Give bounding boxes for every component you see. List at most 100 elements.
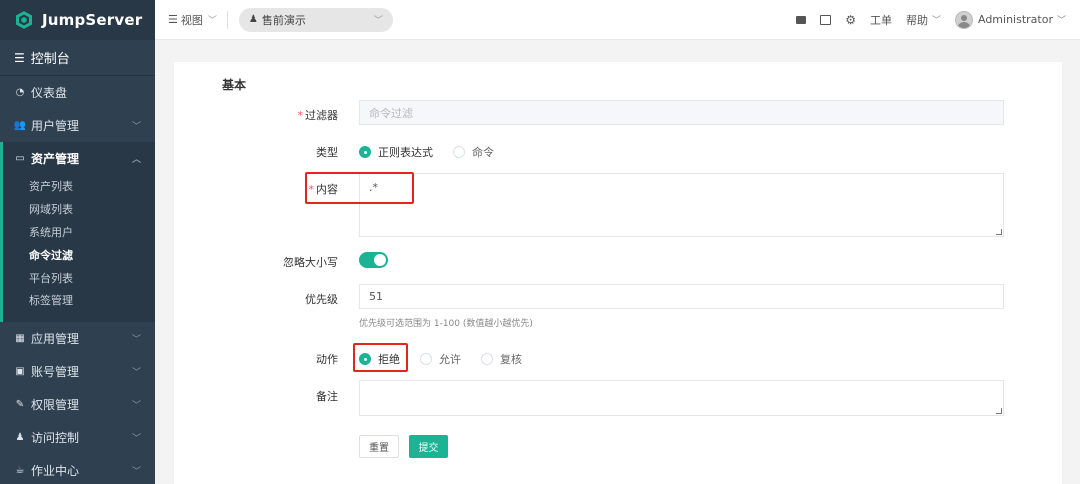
sidebar-item-domain-list[interactable]: 网域列表 [3, 198, 155, 221]
action-label: 动作 [316, 353, 338, 366]
user-dropdown[interactable]: Administrator ﹀ [954, 10, 1066, 29]
chevron-down-icon: ﹀ [931, 16, 941, 26]
nav-account-management-label: 账号管理 [31, 364, 80, 379]
help-dropdown[interactable]: 帮助 ﹀ [906, 12, 941, 28]
nav-dashboard[interactable]: ◔ 仪表盘 [0, 76, 155, 109]
divider [226, 10, 228, 29]
sitemap-icon: ♟ [248, 14, 258, 25]
radio-unchecked-icon [420, 353, 432, 365]
chevron-down-icon: ﹀ [131, 122, 141, 132]
resize-handle[interactable] [996, 229, 1002, 235]
nav-job-center[interactable]: ☕ 作业中心 ﹀ [0, 454, 155, 484]
type-radio-regex[interactable]: 正则表达式 [359, 144, 433, 160]
sitemap-icon: ♟ [15, 431, 25, 443]
view-dropdown[interactable]: ☰ 视图 ﹀ [168, 12, 217, 28]
nav-asset-management-label: 资产管理 [31, 152, 80, 166]
nav-app-management[interactable]: ▦ 应用管理 ﹀ [0, 322, 155, 355]
top-right-toolbar: ⚙ 工单 帮助 ﹀ Administrator ﹀ [782, 10, 1066, 29]
grid-icon: ▦ [15, 332, 25, 344]
top-bar: ☰ 视图 ﹀ ♟ 售前演示 ﹀ ⚙ 工单 帮助 ﹀ Administrator … [155, 0, 1080, 40]
comment-label: 备注 [316, 390, 338, 403]
console-switch[interactable]: ☰ 控制台 [0, 40, 155, 76]
command-filter-form: 基本 * 过滤器 命令过滤 类型 正则表达式 命令 * 内容 .* 忽略大小写 优先… [174, 62, 1062, 484]
chevron-up-icon: ︿ [131, 155, 141, 165]
action-option-label: 允许 [439, 353, 461, 366]
sidebar: JumpServer ☰ 控制台 ◔ 仪表盘 👥 用户管理 ﹀ ▭ 资产管理 ︿… [0, 0, 155, 484]
mail-button[interactable] [796, 15, 807, 24]
edit-icon: ✎ [15, 398, 25, 410]
chevron-down-icon: ﹀ [131, 433, 141, 444]
priority-input[interactable]: 51 [359, 284, 1004, 309]
ignore-case-label: 忽略大小写 [283, 256, 338, 269]
comment-textarea[interactable] [359, 380, 1004, 416]
type-option-label: 命令 [472, 146, 494, 159]
section-title: 基本 [222, 78, 247, 92]
sidebar-item-system-user[interactable]: 系统用户 [3, 221, 155, 244]
sidebar-item-asset-list[interactable]: 资产列表 [3, 175, 155, 198]
radio-checked-icon [359, 146, 371, 158]
nav-dashboard-label: 仪表盘 [31, 86, 68, 100]
terminal-icon [820, 14, 832, 25]
priority-hint: 优先级可选范围为 1-100 (数值越小越优先) [359, 319, 533, 329]
users-icon: 👥 [13, 120, 27, 131]
action-radio-allow[interactable]: 允许 [420, 351, 461, 367]
nav-access-control-label: 访问控制 [31, 430, 80, 445]
action-option-label: 复核 [500, 353, 522, 366]
sidebar-item-command-filter[interactable]: 命令过滤 [3, 243, 155, 266]
chevron-down-icon: ﹀ [131, 367, 141, 378]
nav-user-management-label: 用户管理 [31, 119, 80, 133]
gear-icon: ⚙ [845, 12, 856, 27]
avatar [954, 10, 973, 29]
view-label: 视图 [180, 13, 203, 27]
nav-access-control[interactable]: ♟ 访问控制 ﹀ [0, 421, 155, 454]
reset-button[interactable]: 重置 [359, 435, 399, 458]
action-highlight-box [353, 343, 408, 372]
content-textarea[interactable]: .* [359, 173, 1004, 237]
nav-user-management[interactable]: 👥 用户管理 ﹀ [0, 109, 155, 142]
dashboard-icon: ◔ [15, 87, 25, 98]
priority-label: 优先级 [305, 293, 338, 306]
org-label: 售前演示 [261, 13, 306, 27]
sliders-icon: ☰ [14, 50, 25, 65]
chevron-down-icon: ﹀ [131, 400, 141, 411]
terminal-button[interactable] [820, 14, 832, 25]
chevron-down-icon: ﹀ [207, 16, 217, 26]
chevron-down-icon: ﹀ [373, 16, 383, 26]
coffee-icon: ☕ [15, 464, 25, 476]
filter-label: * 过滤器 [297, 109, 339, 122]
jumpserver-logo-icon [16, 11, 32, 29]
console-label: 控制台 [30, 52, 70, 67]
type-radio-command[interactable]: 命令 [453, 144, 494, 160]
type-option-label: 正则表达式 [378, 146, 433, 159]
nav-account-management[interactable]: ▣ 账号管理 ﹀ [0, 355, 155, 388]
content-highlight-box [305, 172, 414, 204]
nav-permission-management[interactable]: ✎ 权限管理 ﹀ [0, 388, 155, 421]
radio-unchecked-icon [481, 353, 493, 365]
chevron-down-icon: ﹀ [1056, 16, 1066, 26]
settings-button[interactable]: ⚙ [845, 13, 856, 27]
nav-asset-management[interactable]: ▭ 资产管理 ︿ [3, 142, 155, 175]
list-icon: ☰ [168, 13, 178, 26]
envelope-icon [796, 15, 807, 24]
brand-name: JumpServer [42, 11, 143, 29]
chevron-down-icon: ﹀ [131, 466, 141, 477]
ticket-link[interactable]: 工单 [870, 12, 892, 28]
nav-app-management-label: 应用管理 [31, 331, 80, 346]
address-book-icon: ▣ [15, 365, 25, 377]
user-name: Administrator [977, 13, 1053, 26]
asset-submenu: 资产列表 网域列表 系统用户 命令过滤 平台列表 标签管理 [3, 175, 155, 322]
sidebar-item-label-management[interactable]: 标签管理 [3, 289, 155, 312]
nav-job-center-label: 作业中心 [31, 463, 80, 478]
action-radio-review[interactable]: 复核 [481, 351, 522, 367]
sidebar-item-platform-list[interactable]: 平台列表 [3, 266, 155, 289]
type-label: 类型 [316, 146, 338, 159]
resize-handle[interactable] [996, 408, 1002, 414]
inbox-icon: ▭ [15, 153, 25, 164]
org-select[interactable]: ♟ 售前演示 ﹀ [238, 7, 393, 32]
ignore-case-switch[interactable] [359, 252, 388, 268]
filter-input: 命令过滤 [359, 100, 1004, 125]
nav-permission-management-label: 权限管理 [31, 397, 80, 412]
radio-unchecked-icon [453, 146, 465, 158]
submit-button[interactable]: 提交 [409, 435, 448, 458]
brand-logo[interactable]: JumpServer [0, 0, 155, 40]
